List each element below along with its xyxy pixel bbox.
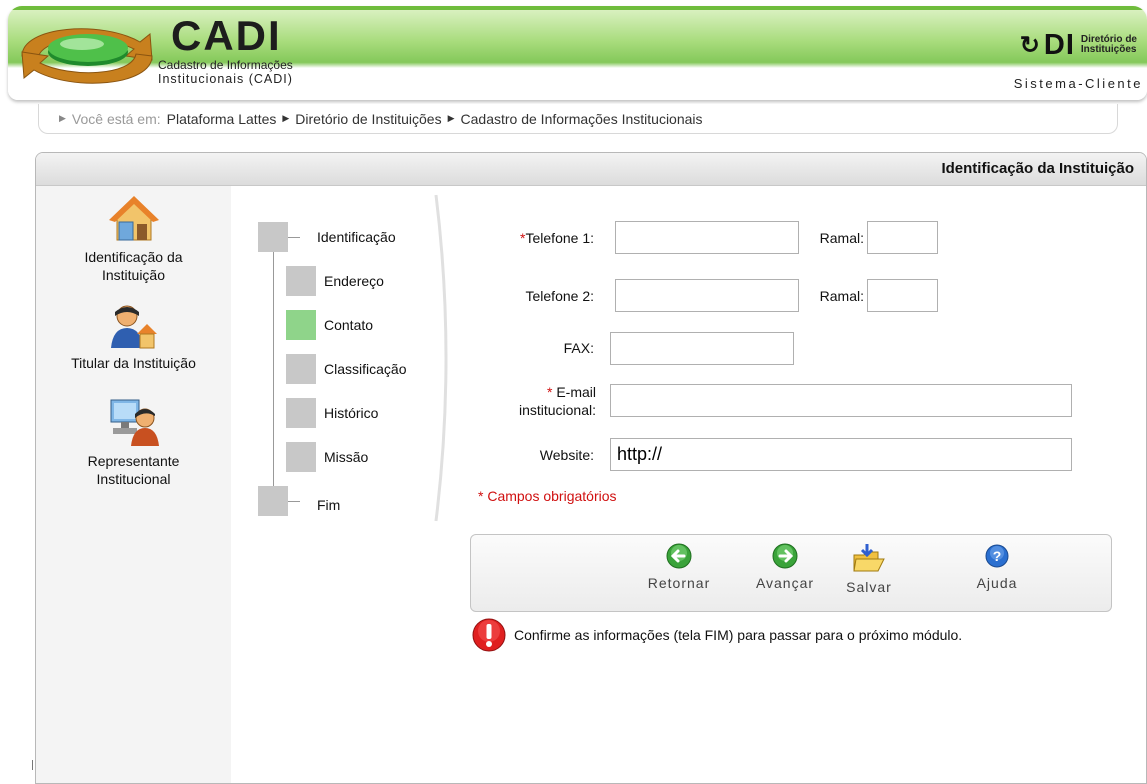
panel-title: Identificação da Instituição	[941, 160, 1134, 177]
back-button[interactable]: Retornar	[639, 543, 719, 591]
step-fim[interactable]: Fim	[258, 486, 340, 516]
step-box	[286, 266, 316, 296]
required-marker: *	[546, 384, 553, 400]
confirm-message: Confirme as informações (tela FIM) para …	[472, 618, 962, 652]
phone2-input[interactable]	[615, 279, 799, 312]
app-title: CADI	[171, 12, 282, 59]
app-header: CADI Cadastro de Informações Institucion…	[8, 6, 1147, 100]
back-label: Retornar	[647, 575, 711, 591]
breadcrumb-item-diretorio[interactable]: Diretório de Instituições	[295, 111, 441, 127]
panel-bottom-edge	[32, 760, 41, 770]
header-top-line	[8, 6, 1147, 10]
step-label: Contato	[324, 317, 374, 333]
nav-label-representante-line1: Representante	[87, 453, 180, 469]
svg-text:?: ?	[993, 548, 1002, 564]
step-label: Identificação	[317, 229, 396, 245]
save-button[interactable]: Salvar	[829, 543, 909, 595]
phone1-label: *Telefone 1:	[490, 230, 594, 246]
fax-input[interactable]	[610, 332, 794, 365]
step-box	[286, 442, 316, 472]
required-fields-note: * Campos obrigatórios	[478, 488, 617, 504]
nav-label-representante-line2: Institucional	[96, 471, 171, 487]
alert-icon	[472, 618, 506, 652]
panel-header: Identificação da Instituição	[36, 153, 1146, 186]
phone1-label-text: Telefone 1:	[525, 230, 595, 246]
step-label: Endereço	[324, 273, 384, 289]
email-label-line2: institucional:	[518, 402, 596, 418]
step-label: Histórico	[324, 405, 379, 421]
ramal1-label: Ramal:	[819, 230, 864, 246]
breadcrumb-item-cadastro: Cadastro de Informações Institucionais	[460, 110, 703, 127]
step-missao[interactable]: Missão	[286, 442, 368, 472]
breadcrumb-arrow-icon: ▶	[59, 113, 66, 123]
action-bar: Retornar Avançar Salvar ? Ajuda	[470, 534, 1112, 612]
step-label: Classificação	[324, 361, 407, 377]
breadcrumb-separator-icon: ▶	[447, 113, 455, 123]
di-name: Diretório de Instituições	[1081, 35, 1137, 55]
nav-label-titular: Titular da Instituição	[71, 355, 196, 371]
breadcrumb-separator-icon: ▶	[282, 113, 290, 123]
cadi-logo-icon	[21, 28, 153, 84]
ramal1-input[interactable]	[867, 221, 938, 254]
website-label: Website:	[539, 447, 594, 463]
email-input[interactable]	[610, 384, 1072, 417]
system-name: Sistema-Cliente	[1013, 76, 1143, 91]
phone2-label: Telefone 2:	[525, 288, 595, 304]
arrow-right-icon	[772, 543, 798, 569]
nav-item-titular[interactable]: Titular da Instituição	[36, 304, 231, 372]
breadcrumb-item-plataforma-lattes[interactable]: Plataforma Lattes	[167, 111, 277, 127]
step-box	[286, 354, 316, 384]
email-label-line1: E-mail	[556, 384, 596, 400]
ramal2-label: Ramal:	[819, 288, 864, 304]
help-icon: ?	[985, 544, 1009, 568]
step-box	[258, 222, 288, 252]
person-computer-icon	[110, 399, 159, 446]
next-button[interactable]: Avançar	[745, 543, 825, 591]
di-name-line2: Instituições	[1080, 44, 1137, 55]
folder-save-icon	[853, 544, 885, 572]
person-house-icon	[110, 305, 157, 349]
ramal2-input[interactable]	[867, 279, 938, 312]
email-label: * E-mail institucional:	[490, 383, 596, 419]
step-box	[258, 486, 288, 516]
breadcrumb-prefix: Você está em:	[71, 110, 161, 127]
step-contato[interactable]: Contato	[286, 310, 373, 340]
arrow-left-icon	[666, 543, 692, 569]
help-label: Ajuda	[976, 575, 1018, 591]
step-classificacao[interactable]: Classificação	[286, 354, 406, 384]
step-box-active	[286, 310, 316, 340]
step-endereco[interactable]: Endereço	[286, 266, 384, 296]
step-connector	[288, 500, 300, 502]
nav-item-identificacao[interactable]: Identificação da Instituição	[36, 194, 231, 284]
save-label: Salvar	[846, 579, 892, 595]
di-swirl-icon: ↻	[1019, 31, 1040, 59]
step-identificacao[interactable]: Identificação	[258, 222, 396, 252]
confirm-message-text: Confirme as informações (tela FIM) para …	[514, 627, 963, 643]
fax-label: FAX:	[563, 340, 594, 356]
app-subtitle-line1: Cadastro de Informações	[158, 58, 293, 72]
breadcrumb: ▶ Você está em: Plataforma Lattes ▶ Dire…	[38, 104, 1118, 134]
nav-item-representante[interactable]: Representante Institucional	[36, 396, 231, 488]
house-icon	[108, 196, 159, 241]
step-label: Missão	[324, 449, 369, 465]
step-connector	[288, 236, 300, 238]
nav-label-identificacao-line2: Instituição	[101, 267, 166, 283]
next-label: Avançar	[755, 575, 815, 591]
left-nav: Identificação da Instituição Titular da …	[36, 186, 231, 783]
step-label: Fim	[317, 497, 341, 513]
app-subtitle-line2: Institucionais (CADI)	[158, 72, 293, 86]
step-tree-line	[273, 234, 274, 492]
step-box	[286, 398, 316, 428]
phone1-input[interactable]	[615, 221, 799, 254]
di-logo: ↻ DI Diretório de Instituições	[1019, 28, 1137, 61]
website-input[interactable]	[610, 438, 1072, 471]
step-historico[interactable]: Histórico	[286, 398, 378, 428]
nav-label-identificacao-line1: Identificação da	[84, 249, 183, 265]
step-divider-curve	[434, 194, 448, 522]
help-button[interactable]: ? Ajuda	[957, 543, 1037, 591]
di-letters: DI	[1043, 28, 1075, 61]
